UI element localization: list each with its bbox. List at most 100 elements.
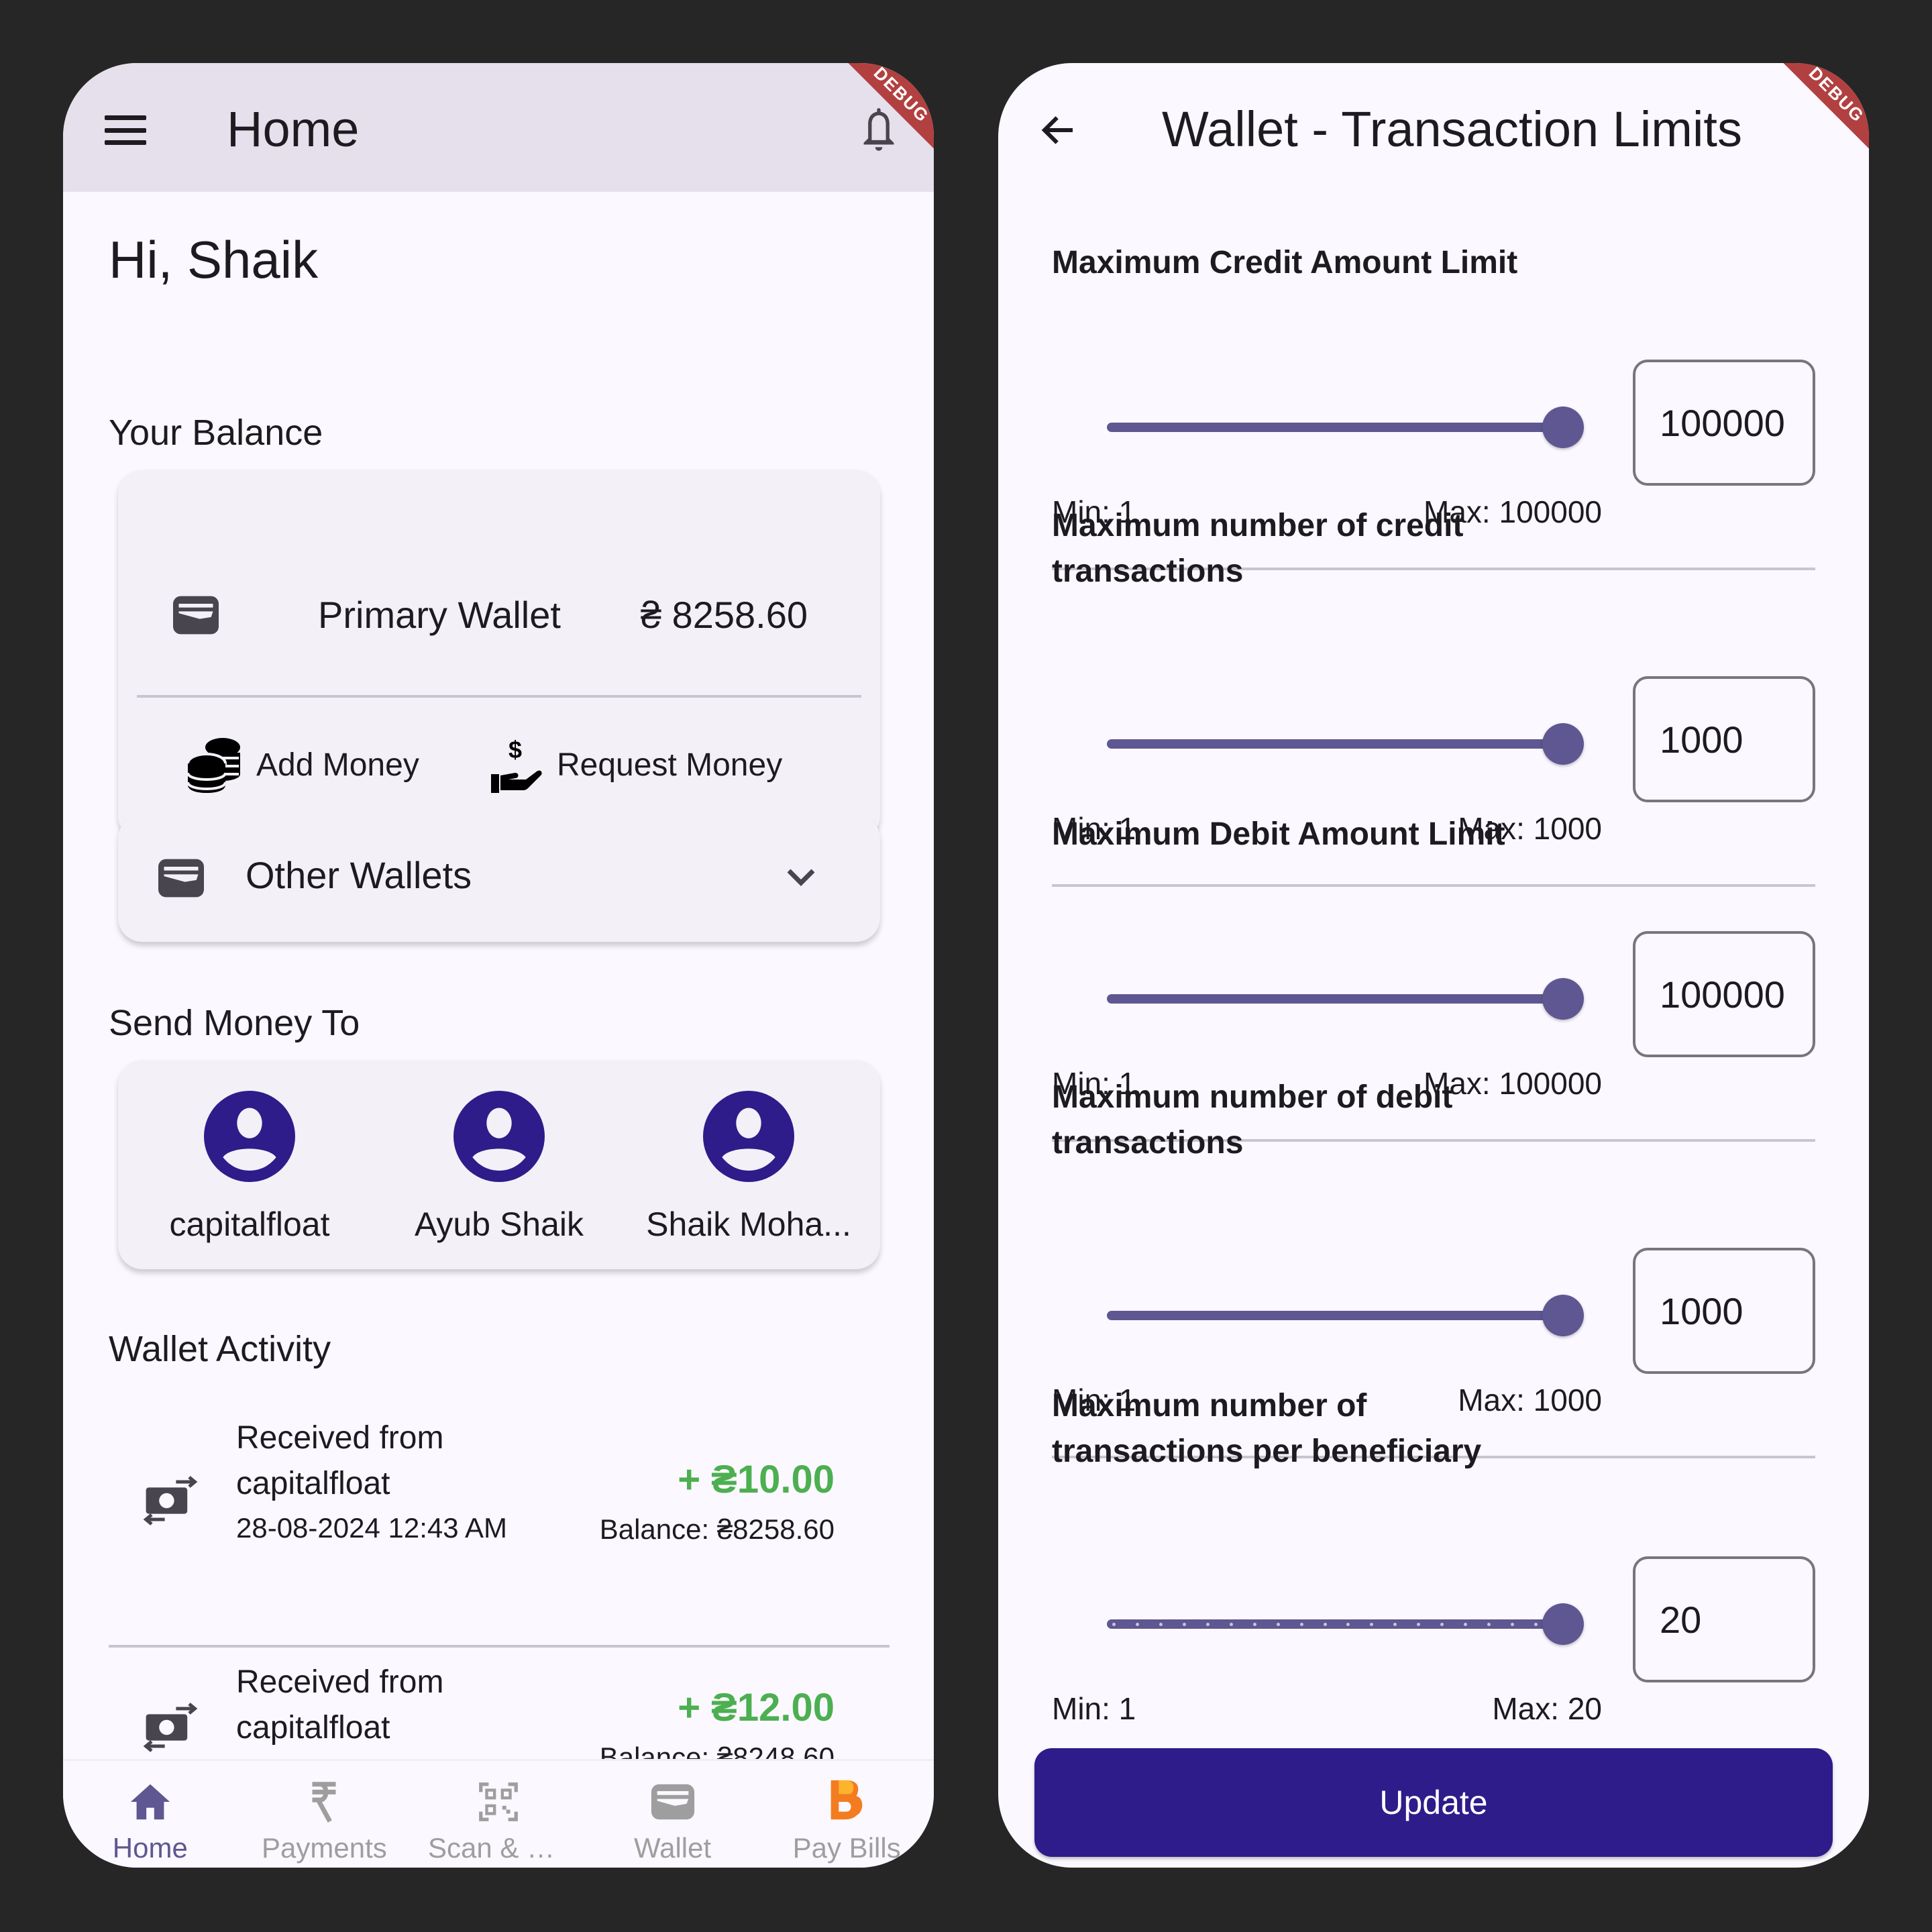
request-money-label: Request Money <box>557 747 783 783</box>
nav-label: Wallet <box>634 1832 712 1864</box>
limit-section: Maximum number of debit transactionsMin:… <box>1052 1075 1815 1458</box>
send-money-title: Send Money To <box>109 1003 360 1043</box>
svg-text:$: $ <box>508 737 522 763</box>
slider-thumb[interactable] <box>1542 407 1584 448</box>
update-button[interactable]: Update <box>1034 1748 1833 1857</box>
slider-thumb[interactable] <box>1542 723 1584 765</box>
slider-track <box>1107 1311 1563 1320</box>
contact-item[interactable]: Shaik Moha... <box>635 1091 863 1269</box>
wallet-icon <box>173 596 219 635</box>
limit-slider[interactable] <box>1107 978 1584 1020</box>
add-money-button[interactable]: Add Money <box>185 737 419 793</box>
primary-wallet-amount: ₴ 8258.60 <box>640 594 808 636</box>
nav-item-wallet[interactable]: Wallet <box>586 1761 760 1868</box>
page-title: Wallet - Transaction Limits <box>1162 101 1742 157</box>
activity-amount: + ₴12.00 <box>678 1686 835 1729</box>
divider <box>1052 884 1815 887</box>
limit-title: Maximum number of debit transactions <box>1052 1079 1453 1161</box>
activity-amount: + ₴10.00 <box>678 1458 835 1501</box>
slider-thumb[interactable] <box>1542 978 1584 1020</box>
slider-track <box>1107 1619 1563 1629</box>
slider-tick <box>1323 1623 1327 1626</box>
slider-thumb[interactable] <box>1542 1295 1584 1336</box>
limit-title: Maximum Credit Amount Limit <box>1052 245 1518 280</box>
money-exchange-icon <box>143 1703 198 1752</box>
limit-value-input[interactable] <box>1633 1556 1815 1682</box>
slider-tick <box>1252 1623 1256 1626</box>
account-circle-icon <box>453 1091 545 1182</box>
limit-value-input[interactable] <box>1633 1248 1815 1374</box>
limit-slider[interactable] <box>1107 1295 1584 1336</box>
wallet-icon <box>158 859 204 898</box>
balance-card: Primary Wallet ₴ 8258.60 Add Money $ Req… <box>118 470 880 840</box>
nav-label: Scan & Pay <box>427 1832 569 1864</box>
limit-title: Maximum number of transactions per benef… <box>1052 1388 1482 1469</box>
slider-thumb[interactable] <box>1542 1603 1584 1645</box>
slider-tick <box>1299 1623 1303 1626</box>
bottom-navigation: Home Payments Scan & Pay Wallet Pay Bill… <box>63 1759 934 1868</box>
nav-item-payments[interactable]: Payments <box>237 1761 412 1868</box>
limit-section: Maximum number of credit transactionsMin… <box>1052 503 1815 887</box>
debug-banner: DEBUG <box>1773 63 1869 158</box>
coins-icon <box>186 738 240 793</box>
request-money-button[interactable]: $ Request Money <box>486 737 782 793</box>
limit-section: Maximum number of transactions per benef… <box>1052 1383 1815 1726</box>
hamburger-menu-icon[interactable] <box>105 115 146 145</box>
limit-slider[interactable] <box>1107 723 1584 765</box>
your-balance-title: Your Balance <box>109 413 323 453</box>
other-wallets-label: Other Wallets <box>246 854 472 896</box>
page-title: Home <box>227 101 360 157</box>
other-wallets-dropdown[interactable]: Other Wallets <box>118 814 880 942</box>
transaction-limits-screen: DEBUG Wallet - Transaction Limits Maximu… <box>998 63 1869 1868</box>
slider-tick <box>1182 1623 1186 1626</box>
contact-item[interactable]: capitalfloat <box>136 1091 364 1269</box>
activity-title: Received from capitalfloat <box>236 1664 444 1746</box>
activity-title: Received from capitalfloat <box>236 1420 444 1501</box>
hand-dollar-icon: $ <box>491 737 542 793</box>
nav-item-scan-pay[interactable]: Scan & Pay <box>411 1761 586 1868</box>
bbps-logo-icon <box>830 1780 863 1820</box>
nav-label: Pay Bills <box>792 1832 901 1864</box>
home-icon <box>130 1784 170 1820</box>
greeting: Hi, Shaik <box>109 230 319 289</box>
home-screen: DEBUG Home Hi, Shaik Your Balance Primar… <box>63 63 934 1868</box>
limit-title: Maximum number of credit transactions <box>1052 508 1464 589</box>
money-exchange-icon <box>143 1476 198 1525</box>
nav-label: Home <box>112 1832 188 1864</box>
slider-track <box>1107 994 1563 1004</box>
slider-tick <box>1205 1623 1210 1626</box>
limit-section: Maximum Credit Amount LimitMin: 1Max: 10… <box>1052 240 1815 570</box>
qr-scan-icon <box>479 1782 518 1821</box>
slider-track <box>1107 423 1563 432</box>
slider-tick <box>1229 1623 1233 1626</box>
limit-range: Min: 1 Max: 20 <box>1052 1690 1602 1727</box>
slider-tick <box>1276 1623 1280 1626</box>
nav-item-home[interactable]: Home <box>63 1761 237 1868</box>
activity-item[interactable]: Received from capitalfloat 28-08-2024 12… <box>109 1403 890 1648</box>
limit-section: Maximum Debit Amount LimitMin: 1Max: 100… <box>1052 812 1815 1142</box>
limit-value-input[interactable] <box>1633 360 1815 486</box>
wallet-activity-title: Wallet Activity <box>109 1329 331 1369</box>
limit-slider[interactable] <box>1107 407 1584 448</box>
contact-item[interactable]: Ayub Shaik <box>385 1091 613 1269</box>
arrow-back-icon[interactable] <box>1038 111 1079 149</box>
slider-tick <box>1112 1623 1116 1626</box>
contact-name: Ayub Shaik <box>414 1205 584 1243</box>
bell-icon[interactable] <box>857 105 900 154</box>
nav-item-pay-bills[interactable]: Pay Bills <box>759 1761 934 1868</box>
limit-slider[interactable] <box>1107 1603 1584 1645</box>
account-circle-icon <box>204 1091 295 1182</box>
activity-date: 28-08-2024 12:43 AM <box>236 1512 507 1544</box>
max-label: Max: 20 <box>1492 1691 1602 1726</box>
primary-wallet-label: Primary Wallet <box>318 594 561 636</box>
send-money-card: capitalfloat Ayub Shaik Shaik Moha... <box>118 1060 880 1269</box>
add-money-label: Add Money <box>256 747 419 783</box>
activity-balance: Balance: ₴8258.60 <box>599 1513 835 1545</box>
wallet-icon <box>651 1784 694 1820</box>
rupee-icon <box>312 1782 336 1823</box>
limit-value-input[interactable] <box>1633 931 1815 1057</box>
limit-value-input[interactable] <box>1633 676 1815 802</box>
slider-track <box>1107 739 1563 749</box>
limit-title: Maximum Debit Amount Limit <box>1052 816 1505 852</box>
slider-tick <box>1159 1623 1163 1626</box>
